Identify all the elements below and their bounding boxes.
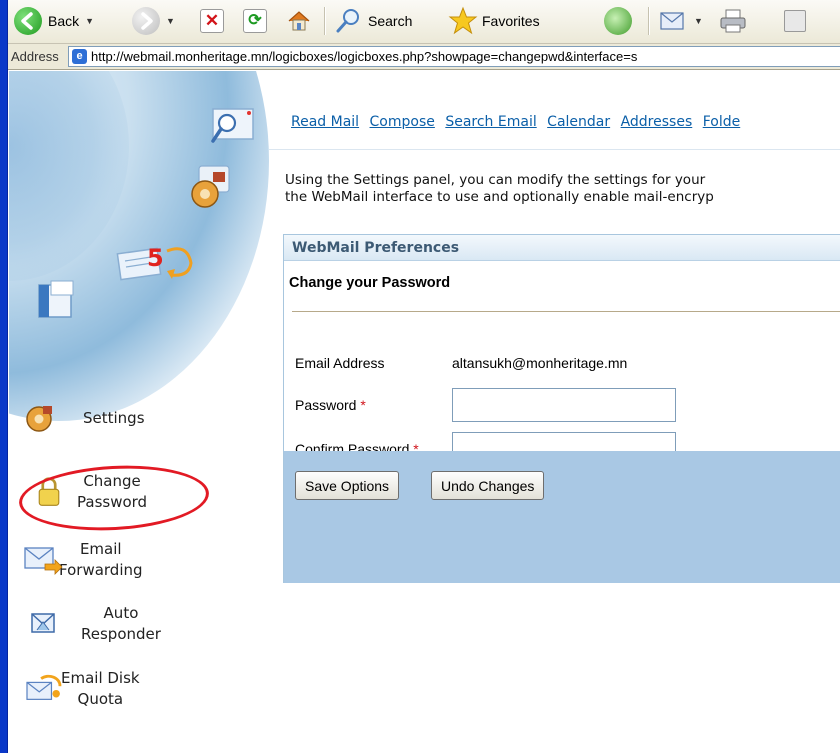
undo-changes-button[interactable]: Undo Changes <box>431 471 545 500</box>
required-marker: * <box>360 397 366 413</box>
webmail-preferences-panel: WebMail Preferences Change your Password… <box>283 234 840 583</box>
nav-addresses[interactable]: Addresses <box>621 114 693 130</box>
mail-count-badge: 5 <box>147 244 164 272</box>
settings-gear-icon <box>191 165 230 208</box>
address-input[interactable]: e http://webmail.monheritage.mn/logicbox… <box>68 46 840 67</box>
gear-icon <box>26 406 52 432</box>
sidebar-item-auto-responder[interactable]: Auto Responder <box>9 603 269 645</box>
sidebar-item-email-forwarding[interactable]: Email Forwarding <box>9 539 269 581</box>
home-button[interactable] <box>285 6 313 36</box>
back-dropdown-icon[interactable]: ▼ <box>85 16 94 26</box>
compose-page-icon <box>38 280 74 318</box>
label-line: Email <box>79 540 122 558</box>
back-arrow-icon <box>14 7 42 35</box>
sidebar-item-label: Settings <box>83 408 145 427</box>
email-address-value: altansukh@monheritage.mn <box>452 355 628 371</box>
password-input[interactable] <box>452 388 676 422</box>
nav-read-mail[interactable]: Read Mail <box>291 114 359 130</box>
label-line: Forwarding <box>59 561 143 579</box>
sidebar-item-label: Email Forwarding <box>59 539 143 581</box>
refresh-button[interactable]: ⟳ <box>243 6 267 36</box>
label-line: Quota <box>77 690 124 708</box>
settings-intro-text: Using the Settings panel, you can modify… <box>285 172 714 206</box>
label-line: Responder <box>81 625 161 643</box>
browser-toolbar: Back ▼ ▼ ✕ ⟳ Search Favorites ▼ <box>8 0 840 44</box>
stop-icon: ✕ <box>200 9 224 33</box>
window-frame-left <box>0 0 8 753</box>
forward-dropdown-icon[interactable]: ▼ <box>166 16 175 26</box>
sidebar-item-settings[interactable]: Settings <box>9 402 269 434</box>
search-mail-icon <box>211 108 254 143</box>
address-bar: Address e http://webmail.monheritage.mn/… <box>8 44 840 70</box>
panel-subtitle: Change your Password <box>289 275 451 291</box>
mail-icon <box>660 12 684 30</box>
save-options-button[interactable]: Save Options <box>295 471 400 500</box>
search-icon <box>336 9 359 33</box>
sidebar-item-email-disk-quota[interactable]: Email Disk Quota <box>9 668 269 710</box>
back-button[interactable]: Back ▼ <box>14 6 94 36</box>
sidebar-item-label: Email Disk Quota <box>61 668 140 710</box>
print-button[interactable] <box>718 6 748 36</box>
mail-button[interactable]: ▼ <box>658 6 703 36</box>
intro-line: Using the Settings panel, you can modify… <box>285 172 706 188</box>
toolbar-separator <box>324 7 325 35</box>
stop-button[interactable]: ✕ <box>200 6 224 36</box>
toolbar-separator <box>648 7 649 35</box>
label-line: Auto <box>103 604 139 622</box>
top-navigation: Read Mail Compose Search Email Calendar … <box>291 114 746 130</box>
star-icon <box>448 6 478 35</box>
nav-folders[interactable]: Folde <box>703 114 741 130</box>
email-address-label: Email Address <box>295 355 385 371</box>
favorites-label: Favorites <box>482 13 540 29</box>
favorites-button[interactable]: Favorites <box>448 6 540 36</box>
auto-responder-icon <box>31 613 55 633</box>
printer-icon <box>720 9 746 33</box>
edit-button[interactable] <box>784 6 806 36</box>
history-icon <box>604 7 632 35</box>
history-button[interactable] <box>604 6 632 36</box>
address-url: http://webmail.monheritage.mn/logicboxes… <box>91 49 638 64</box>
refresh-icon: ⟳ <box>243 9 267 33</box>
nav-calendar[interactable]: Calendar <box>547 114 610 130</box>
nav-search-email[interactable]: Search Email <box>445 114 536 130</box>
address-label: Address <box>11 49 59 64</box>
intro-line: the WebMail interface to use and optiona… <box>285 189 714 205</box>
forward-arrow-icon <box>132 7 160 35</box>
back-label: Back <box>48 13 80 29</box>
webmail-page: 5 Settings Change Password Email Forward… <box>9 71 840 753</box>
search-button[interactable]: Search <box>334 6 412 36</box>
envelope-arrow-icon <box>24 547 63 575</box>
password-label: Password * <box>295 397 366 413</box>
search-label: Search <box>368 13 413 29</box>
home-icon <box>288 11 310 31</box>
nav-compose[interactable]: Compose <box>370 114 435 130</box>
disk-quota-icon <box>26 674 62 700</box>
ie-page-icon: e <box>72 49 87 64</box>
panel-button-bar: Save Options Undo Changes <box>284 451 840 583</box>
password-label-text: Password <box>295 397 357 413</box>
mail-dropdown-icon[interactable]: ▼ <box>694 16 703 26</box>
panel-divider <box>292 311 840 312</box>
panel-header: WebMail Preferences <box>284 235 840 261</box>
edit-icon <box>784 10 806 32</box>
nav-divider <box>269 149 840 150</box>
label-line: Email Disk <box>61 669 140 687</box>
sidebar-item-label: Auto Responder <box>81 603 161 645</box>
forward-button[interactable]: ▼ <box>132 6 175 36</box>
